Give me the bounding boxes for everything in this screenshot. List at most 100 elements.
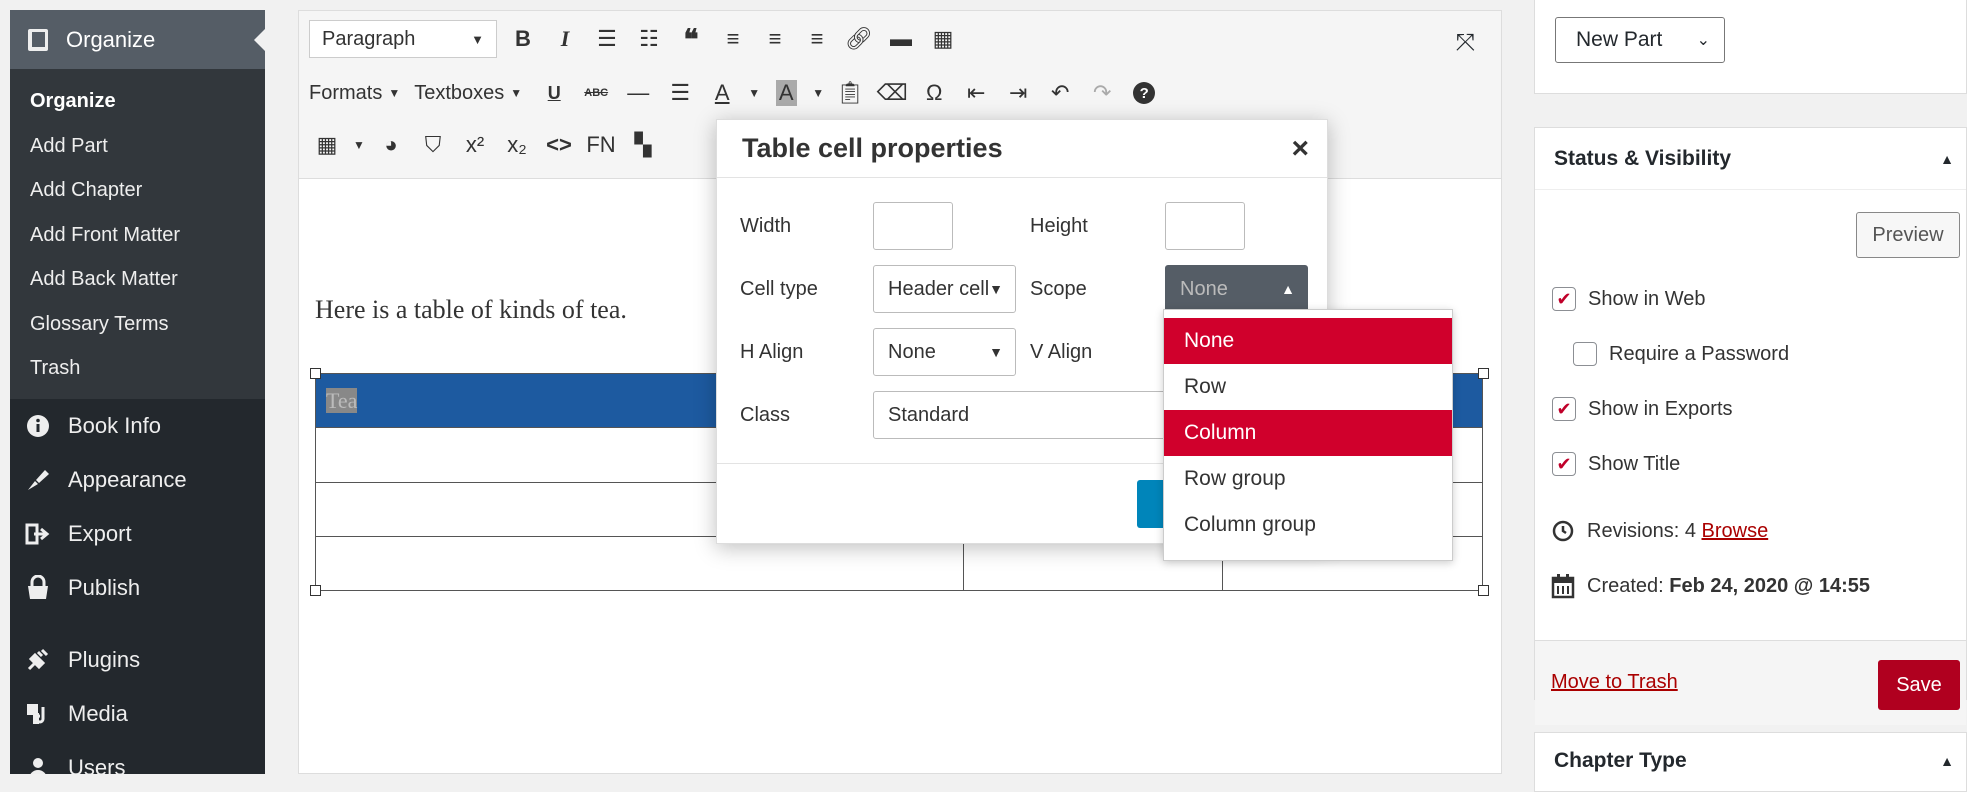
scope-option-column[interactable]: Column — [1164, 410, 1452, 456]
menu-organize[interactable]: Organize — [10, 10, 265, 69]
resize-handle[interactable] — [310, 368, 321, 379]
chevron-down-icon: ▼ — [471, 31, 484, 47]
save-button[interactable]: Save — [1878, 660, 1960, 710]
menu-plugins[interactable]: Plugins — [10, 633, 265, 687]
horizontal-line-icon[interactable]: — — [620, 75, 656, 111]
block-format-select[interactable]: Paragraph ▼ — [309, 20, 497, 58]
read-more-icon[interactable]: ▬ — [883, 21, 919, 57]
bookmark-icon[interactable]: ⛉ — [415, 127, 451, 163]
menu-users[interactable]: Users — [10, 741, 265, 774]
underline-icon[interactable]: U — [536, 75, 572, 111]
paste-text-icon[interactable]: 📋︎ — [832, 75, 868, 111]
numbered-list-icon[interactable]: ☷ — [631, 21, 667, 57]
menu-book-info[interactable]: Book Info — [10, 399, 265, 453]
publish-actions: Move to Trash Save — [1535, 640, 1966, 725]
menu-publish[interactable]: Publish — [10, 561, 265, 615]
collapse-icon[interactable]: ▲ — [1940, 151, 1954, 167]
class-select[interactable]: Standard — [873, 391, 1173, 439]
menu-media[interactable]: Media — [10, 687, 265, 741]
submenu-organize[interactable]: Organize — [10, 79, 265, 124]
submenu-trash[interactable]: Trash — [10, 346, 265, 391]
resize-handle[interactable] — [1478, 585, 1489, 596]
part-select[interactable]: New Part ⌄ — [1555, 17, 1725, 63]
show-in-web-row[interactable]: Show in Web — [1552, 287, 1705, 311]
bold-icon[interactable]: B — [505, 21, 541, 57]
content-paragraph[interactable]: Here is a table of kinds of tea. — [315, 295, 627, 325]
move-to-trash-link[interactable]: Move to Trash — [1551, 671, 1678, 694]
show-in-exports-row[interactable]: Show in Exports — [1552, 397, 1733, 421]
show-in-exports-checkbox[interactable] — [1552, 397, 1576, 421]
background-color-icon[interactable]: A — [768, 75, 804, 111]
align-left-icon[interactable]: ≡ — [715, 21, 751, 57]
scope-option-row[interactable]: Row — [1164, 364, 1452, 410]
users-icon — [25, 755, 51, 774]
justify-icon[interactable]: ☰ — [662, 75, 698, 111]
menu-appearance[interactable]: Appearance — [10, 453, 265, 507]
status-visibility-header[interactable]: Status & Visibility ▲ — [1535, 128, 1966, 190]
code-icon[interactable]: <> — [541, 127, 577, 163]
submenu-add-part[interactable]: Add Part — [10, 124, 265, 169]
text-color-icon[interactable]: A — [704, 75, 740, 111]
formats-dropdown[interactable]: Formats ▼ — [309, 82, 400, 105]
show-title-row[interactable]: Show Title — [1552, 452, 1680, 476]
help-icon[interactable]: ? — [1126, 75, 1162, 111]
undo-icon[interactable]: ↶ — [1042, 75, 1078, 111]
height-field[interactable] — [1165, 202, 1245, 250]
preview-button[interactable]: Preview — [1856, 212, 1960, 258]
scope-option-row-group[interactable]: Row group — [1164, 456, 1452, 502]
link-icon[interactable]: 🔗︎ — [841, 21, 877, 57]
cell-type-select[interactable]: Header cell ▼ — [873, 265, 1016, 313]
special-character-icon[interactable]: Ω — [916, 75, 952, 111]
chevron-down-icon[interactable]: ▼ — [351, 127, 367, 163]
align-right-icon[interactable]: ≡ — [799, 21, 835, 57]
bullet-list-icon[interactable]: ☰ — [589, 21, 625, 57]
align-center-icon[interactable]: ≡ — [757, 21, 793, 57]
scope-option-none[interactable]: None — [1164, 318, 1452, 364]
submenu-add-chapter[interactable]: Add Chapter — [10, 168, 265, 213]
color-picker-icon[interactable]: ◕ — [373, 127, 409, 163]
status-visibility-title: Status & Visibility — [1554, 146, 1731, 170]
subscript-icon[interactable]: x₂ — [499, 127, 535, 163]
scope-option-column-group[interactable]: Column group — [1164, 502, 1452, 548]
table-header-cell-text: Tea — [326, 387, 358, 413]
chevron-down-icon[interactable]: ▼ — [746, 75, 762, 111]
blockquote-icon[interactable]: ❝ — [673, 21, 709, 57]
show-title-checkbox[interactable] — [1552, 452, 1576, 476]
class-label: Class — [740, 404, 791, 426]
superscript-icon[interactable]: x² — [457, 127, 493, 163]
width-field[interactable] — [873, 202, 953, 250]
browse-revisions-link[interactable]: Browse — [1702, 520, 1769, 543]
footnote-button[interactable]: FN — [583, 127, 619, 163]
part-panel: New Part ⌄ — [1534, 0, 1967, 94]
require-password-row[interactable]: Require a Password — [1573, 342, 1789, 366]
cell-type-label: Cell type — [740, 278, 818, 300]
textboxes-dropdown[interactable]: Textboxes ▼ — [414, 82, 522, 105]
show-in-web-checkbox[interactable] — [1552, 287, 1576, 311]
clear-formatting-icon[interactable]: ⌫ — [874, 75, 910, 111]
table-icon[interactable]: ▦ — [309, 127, 345, 163]
chevron-down-icon[interactable]: ▼ — [810, 75, 826, 111]
grid-icon[interactable]: ▚ — [625, 127, 661, 163]
close-icon[interactable]: × — [1291, 132, 1309, 166]
resize-handle[interactable] — [1478, 368, 1489, 379]
chapter-type-header[interactable]: Chapter Type ▲ — [1535, 733, 1966, 789]
italic-icon[interactable]: I — [547, 21, 583, 57]
h-align-select[interactable]: None ▼ — [873, 328, 1016, 376]
scope-select[interactable]: None ▲ — [1165, 265, 1308, 313]
toolbar-row-1: Paragraph ▼ B I ☰ ☷ ❝ ≡ ≡ ≡ 🔗︎ ▬ ▦ — [309, 19, 967, 59]
menu-export[interactable]: Export — [10, 507, 265, 561]
redo-icon[interactable]: ↷ — [1084, 75, 1120, 111]
show-in-web-label: Show in Web — [1588, 287, 1706, 310]
resize-handle[interactable] — [310, 585, 321, 596]
outdent-icon[interactable]: ⇤ — [958, 75, 994, 111]
submenu-glossary-terms[interactable]: Glossary Terms — [10, 302, 265, 347]
require-password-checkbox[interactable] — [1573, 342, 1597, 366]
indent-icon[interactable]: ⇥ — [1000, 75, 1036, 111]
created-date: Feb 24, 2020 @ 14:55 — [1669, 574, 1871, 597]
collapse-icon[interactable]: ▲ — [1940, 753, 1954, 769]
strikethrough-icon[interactable]: ABC — [578, 75, 614, 111]
submenu-add-front-matter[interactable]: Add Front Matter — [10, 213, 265, 258]
toolbar-toggle-icon[interactable]: ▦ — [925, 21, 961, 57]
submenu-add-back-matter[interactable]: Add Back Matter — [10, 257, 265, 302]
fullscreen-icon[interactable]: ⤧ — [1456, 29, 1475, 57]
